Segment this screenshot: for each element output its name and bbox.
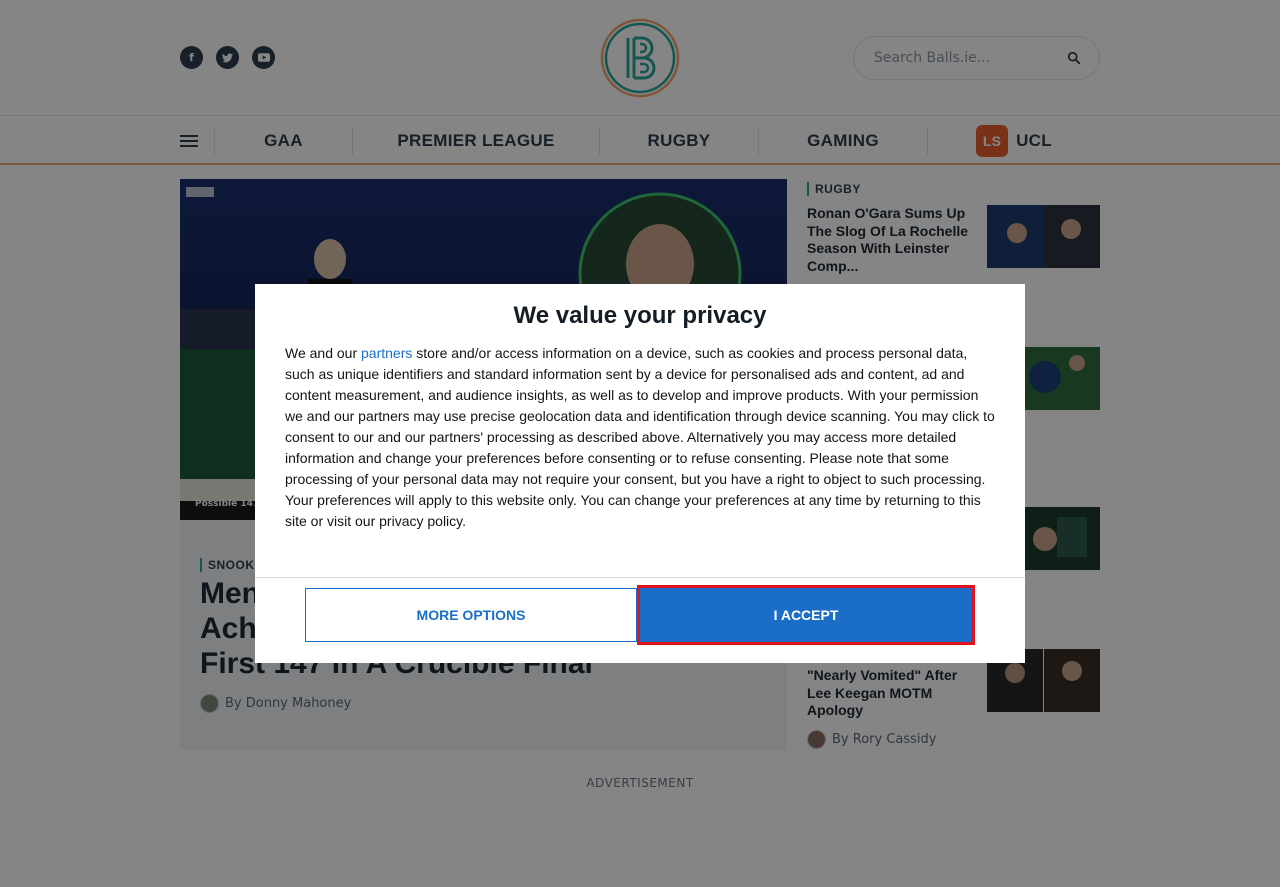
more-options-button[interactable]: MORE OPTIONS (305, 588, 637, 642)
consent-body-text: store and/or access information on a dev… (285, 345, 995, 529)
partners-link[interactable]: partners (361, 345, 412, 361)
consent-title: We value your privacy (513, 302, 767, 329)
consent-body: We and our partners store and/or access … (285, 343, 997, 532)
consent-divider (255, 577, 1025, 578)
accept-button[interactable]: I ACCEPT (637, 585, 975, 645)
consent-body-text: We and our (285, 345, 362, 361)
consent-dialog: We value your privacy We and our partner… (255, 284, 1025, 663)
